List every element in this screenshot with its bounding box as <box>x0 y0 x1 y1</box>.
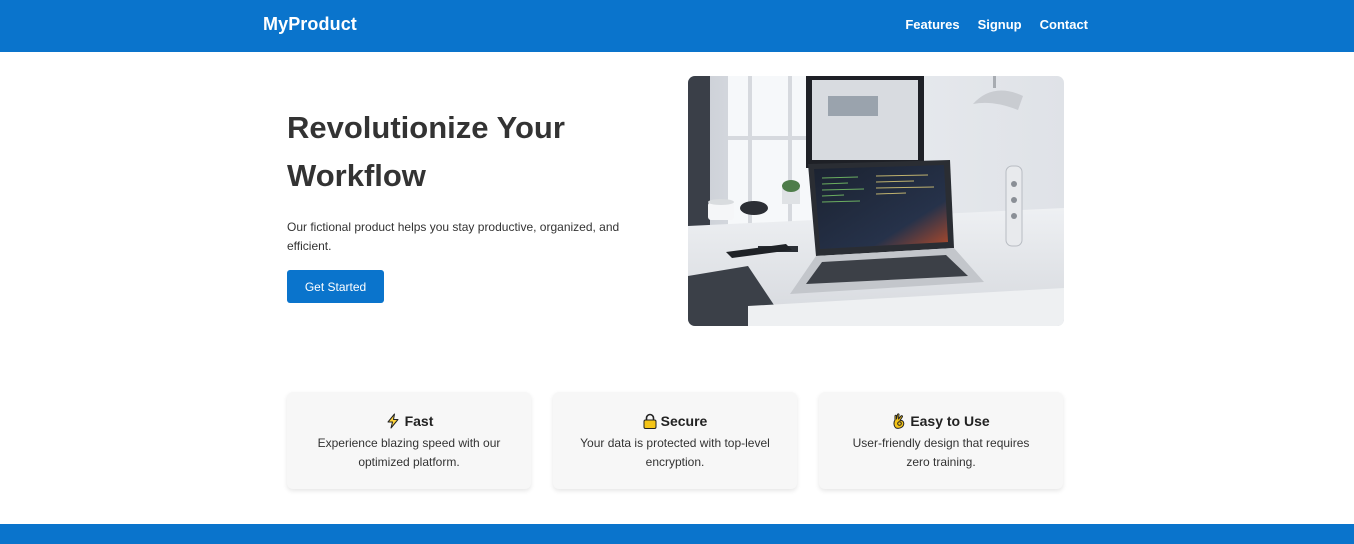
nav-link-signup[interactable]: Signup <box>978 17 1022 32</box>
feature-card-header: Easy to Use <box>819 412 1063 430</box>
feature-card-secure: Secure Your data is protected with top-l… <box>553 392 797 489</box>
feature-card-header: Fast <box>287 412 531 430</box>
feature-title: Secure <box>660 413 708 429</box>
hero-title: Revolutionize Your Workflow <box>287 110 565 193</box>
feature-description: User-friendly design that requires zero … <box>852 436 1030 469</box>
feature-description: Experience blazing speed with our optimi… <box>317 436 501 469</box>
feature-card-easy: Easy to Use User-friendly design that re… <box>819 392 1063 489</box>
main-nav: Features Signup Contact <box>905 17 1088 32</box>
hero-section: Revolutionize Your Workflow Our fictiona… <box>287 104 647 256</box>
top-navbar: MyProduct Features Signup Contact <box>0 0 1354 52</box>
nav-link-contact[interactable]: Contact <box>1040 17 1088 32</box>
feature-description: Your data is protected with top-level en… <box>580 436 770 469</box>
feature-card-header: Secure <box>553 412 797 430</box>
lock-icon <box>643 413 657 429</box>
footer-bar <box>0 524 1354 544</box>
feature-card-fast: Fast Experience blazing speed with our o… <box>287 392 531 489</box>
nav-link-features[interactable]: Features <box>905 17 959 32</box>
lightning-icon <box>387 413 399 429</box>
get-started-button[interactable]: Get Started <box>287 270 384 303</box>
brand-logo[interactable]: MyProduct <box>263 14 357 35</box>
feature-title: Fast <box>404 413 434 429</box>
feature-title: Easy to Use <box>910 413 990 429</box>
ok-hand-icon <box>893 413 905 429</box>
features-section: Fast Experience blazing speed with our o… <box>287 392 1063 489</box>
hero-image <box>688 76 1064 326</box>
hero-subtitle: Our fictional product helps you stay pro… <box>287 220 620 253</box>
